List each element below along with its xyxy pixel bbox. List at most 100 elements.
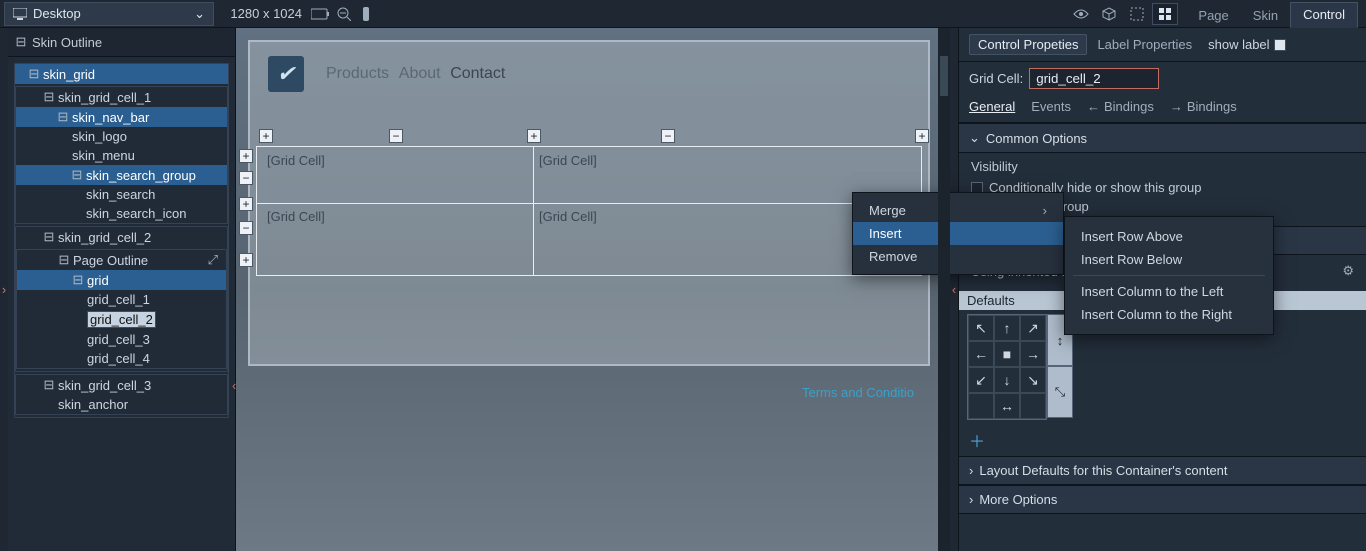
anchor-ne[interactable]: ↗ [1020,315,1046,341]
page-surface[interactable]: ✔ Products About Contact [Grid Cell] [Gr… [248,40,930,366]
nav-products[interactable]: Products [326,65,389,82]
section-common-options[interactable]: ⌄Common Options [959,123,1366,153]
nav-about[interactable]: About [399,65,441,82]
tab-page[interactable]: Page [1186,3,1240,28]
tree-anchor[interactable]: skin_anchor [16,395,227,414]
chevron-down-icon: ⌄ [969,130,980,146]
arrow-right-icon: → [1170,99,1183,114]
tree-grid[interactable]: ⊟grid [17,270,226,290]
anchor-w[interactable]: ← [968,341,994,367]
tree-skin-grid[interactable]: ⊟skin_grid [15,64,228,84]
remove-row-handle[interactable]: − [239,171,253,185]
ctx-row-above[interactable]: Insert Row Above [1065,225,1273,248]
zoom-slider-handle[interactable] [356,7,376,21]
right-rail-toggle[interactable]: ‹ [950,28,958,551]
show-label-checkbox[interactable] [1274,39,1286,51]
show-label-text: show label [1208,37,1269,52]
context-menu: Merge› Insert Remove [852,192,1064,275]
subpanel-control-properties[interactable]: Control Propeties [969,34,1087,55]
ctx-col-left[interactable]: Insert Column to the Left [1065,280,1273,303]
anchor-nw[interactable]: ↖ [968,315,994,341]
expand-arrows-icon[interactable]: ⤢ [208,252,222,268]
add-row-handle[interactable]: + [239,149,253,163]
tree-search-icon[interactable]: skin_search_icon [16,204,227,223]
ctx-col-right[interactable]: Insert Column to the Right [1065,303,1273,326]
desktop-icon [13,8,27,20]
grid-view-icon[interactable] [1152,3,1178,25]
anchor-se[interactable]: ↘ [1020,367,1046,393]
skin-outline-panel: ⊟ Skin Outline ⊟skin_grid ⊟skin_grid_cel… [8,28,236,551]
ctx-merge[interactable]: Merge› [853,199,1063,222]
grid-divider-h[interactable] [257,203,921,204]
tree-gc3[interactable]: grid_cell_3 [17,330,226,349]
ctx-remove[interactable]: Remove [853,245,1063,268]
subpanel-label-properties[interactable]: Label Properties [1097,37,1192,52]
arrow-left-icon: ← [1087,99,1100,114]
grid-cell-label: [Grid Cell] [539,153,597,168]
anchor-center[interactable]: ■ [994,341,1020,367]
remove-row-handle[interactable]: − [239,221,253,235]
cube-icon[interactable] [1096,3,1122,25]
canvas[interactable]: ✔ Products About Contact [Grid Cell] [Gr… [236,28,950,551]
add-row-handle[interactable]: + [239,253,253,267]
remove-col-handle[interactable]: − [661,129,675,143]
anchor-empty [968,393,994,419]
gear-icon[interactable]: ⚙ [1342,263,1354,279]
grid-cell-label: [Grid Cell] [267,153,325,168]
tree-gc4[interactable]: grid_cell_4 [17,349,226,368]
tree-menu[interactable]: skin_menu [16,146,227,165]
eye-icon[interactable] [1068,3,1094,25]
menu-separator [1073,275,1265,276]
anchor-sw[interactable]: ↙ [968,367,994,393]
section-layout-defaults[interactable]: ›Layout Defaults for this Container's co… [959,456,1366,485]
grid-cell-label: Grid Cell: [969,71,1023,86]
remove-col-handle[interactable]: − [389,129,403,143]
zoom-out-icon[interactable] [332,4,356,24]
subtab-bindings-out[interactable]: →Bindings [1170,99,1237,114]
tree-search-group[interactable]: ⊟skin_search_group [16,165,227,185]
footer-link[interactable]: Terms and Conditio [802,385,914,400]
context-submenu: Insert Row Above Insert Row Below Insert… [1064,216,1274,335]
tree-cell-2[interactable]: ⊟skin_grid_cell_2 [16,227,227,247]
collapse-icon[interactable]: ⊟ [16,34,26,50]
anchor-stretch-h[interactable]: ↔ [994,393,1020,419]
panel-title-label: Skin Outline [32,35,102,50]
orientation-icon[interactable] [308,4,332,24]
ctx-row-below[interactable]: Insert Row Below [1065,248,1273,271]
add-col-handle[interactable]: + [259,129,273,143]
subtab-general[interactable]: General [969,99,1015,114]
left-collapse-chevron[interactable]: ‹ [232,378,236,393]
add-default-button[interactable]: ＋ [959,424,1366,456]
anchor-fill[interactable]: ⤡ [1047,366,1073,418]
anchor-n[interactable]: ↑ [994,315,1020,341]
chevron-down-icon: ⌄ [194,6,205,22]
left-rail-toggle[interactable]: › [0,28,8,551]
tree-cell-3[interactable]: ⊟skin_grid_cell_3 [16,375,227,395]
subtab-bindings-in[interactable]: ←Bindings [1087,99,1154,114]
tree-nav-bar[interactable]: ⊟skin_nav_bar [16,107,227,127]
tree-search[interactable]: skin_search [16,185,227,204]
grid-cell-container[interactable]: [Grid Cell] [Grid Cell] [Grid Cell] [Gri… [256,146,922,276]
anchor-s[interactable]: ↓ [994,367,1020,393]
tree-logo[interactable]: skin_logo [16,127,227,146]
device-dropdown[interactable]: Desktop ⌄ [4,2,214,26]
grid-cell-input[interactable] [1029,68,1159,89]
canvas-scrollbar[interactable] [938,28,950,551]
tab-control[interactable]: Control [1290,2,1358,28]
tree-cell-1[interactable]: ⊟skin_grid_cell_1 [16,87,227,107]
subtab-events[interactable]: Events [1031,99,1071,114]
anchor-e[interactable]: → [1020,341,1046,367]
tree-gc2[interactable]: grid_cell_2 [17,309,226,330]
add-col-handle[interactable]: + [527,129,541,143]
device-label: Desktop [33,6,81,21]
tab-skin[interactable]: Skin [1241,3,1290,28]
ctx-insert[interactable]: Insert [853,222,1063,245]
nav-contact[interactable]: Contact [450,65,505,82]
select-rect-icon[interactable] [1124,3,1150,25]
add-row-handle[interactable]: + [239,197,253,211]
section-more-options[interactable]: ›More Options [959,485,1366,514]
grid-divider-v[interactable] [533,147,534,275]
tree-gc1[interactable]: grid_cell_1 [17,290,226,309]
add-col-handle[interactable]: + [915,129,929,143]
tree-page-outline[interactable]: ⊟Page Outline⤢ [17,250,226,270]
